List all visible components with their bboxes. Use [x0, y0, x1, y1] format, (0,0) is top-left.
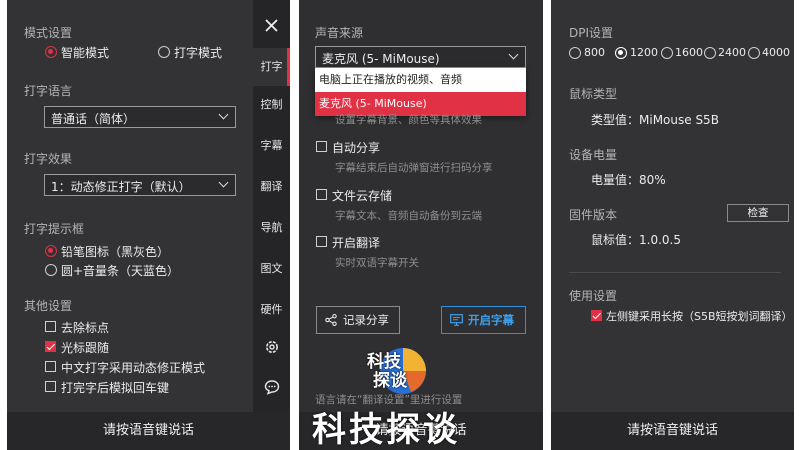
hint-box-title: 打字提示框: [24, 222, 85, 236]
cloud-save-checkbox[interactable]: [316, 189, 327, 200]
chinese-dynamic-checkbox[interactable]: [45, 361, 56, 372]
subtitle-style-hint: 设置字幕背景、颜色等具体效果: [335, 114, 482, 126]
side-navigation: 打字 控制 字幕 翻译 导航 图文 硬件: [253, 0, 290, 414]
effect-select-value: 1：动态修正打字（默认）: [51, 180, 191, 194]
cursor-follow-checkbox[interactable]: [45, 341, 56, 352]
chat-bubble-icon[interactable]: [264, 379, 280, 395]
dropdown-option[interactable]: 电脑上正在播放的视频、音频: [315, 68, 526, 92]
dpi-800-radio[interactable]: [569, 47, 581, 59]
mouse-type-value: 类型值：MiMouse S5B: [591, 113, 719, 127]
tab-translate[interactable]: 翻译: [253, 178, 290, 194]
watermark-logo-text: 科技 探谈: [367, 353, 407, 391]
circle-hint-radio[interactable]: [45, 264, 57, 276]
open-subtitle-label: 开启字幕: [468, 313, 514, 327]
battery-title: 设备电量: [569, 148, 618, 162]
enter-after-checkbox[interactable]: [45, 381, 56, 392]
firmware-value: 鼠标值：1.0.0.5: [591, 233, 681, 247]
circle-hint-label: 圆+音量条（天蓝色）: [61, 264, 180, 278]
tab-hardware[interactable]: 硬件: [253, 301, 290, 317]
firmware-title: 固件版本: [569, 208, 618, 222]
tab-typing[interactable]: 打字: [253, 48, 290, 86]
smart-mode-label: 智能模式: [61, 46, 110, 60]
watermark-logo-line: 探谈: [373, 371, 407, 391]
dpi-4000-radio[interactable]: [748, 47, 760, 59]
voice-hint-footer: 请按语音键说话: [551, 412, 794, 450]
effect-select[interactable]: 1：动态修正打字（默认）: [44, 174, 236, 196]
watermark-text: 科技探谈: [312, 410, 460, 450]
gear-icon[interactable]: [264, 339, 280, 355]
cursor-follow-label: 光标跟随: [61, 341, 110, 355]
record-share-label: 记录分享: [343, 313, 389, 327]
monitor-icon: [450, 314, 463, 326]
other-settings-title: 其他设置: [24, 299, 73, 313]
watermark-logo-line: 科技: [367, 352, 401, 372]
auto-share-checkbox[interactable]: [316, 141, 327, 152]
language-select[interactable]: 普通话（简体）: [44, 106, 236, 128]
language-title: 打字语言: [24, 84, 73, 98]
pencil-hint-label: 铅笔图标（黑灰色）: [61, 245, 170, 259]
mouse-type-title: 鼠标类型: [569, 87, 618, 101]
tab-navigation[interactable]: 导航: [253, 219, 290, 235]
chevron-down-icon: [218, 109, 229, 120]
typing-mode-label: 打字模式: [174, 46, 223, 60]
chinese-dynamic-label: 中文打字采用动态修正模式: [61, 361, 206, 375]
pencil-hint-radio[interactable]: [45, 245, 57, 257]
remove-punct-label: 去除标点: [61, 321, 110, 335]
share-icon: [325, 314, 337, 326]
close-icon[interactable]: [265, 19, 278, 32]
chevron-down-icon: [508, 49, 519, 60]
translate-label: 开启翻译: [332, 236, 381, 250]
enter-after-label: 打完字后模拟回车键: [61, 381, 170, 395]
dpi-2400-label: 2400: [718, 46, 746, 59]
dpi-800-label: 800: [584, 46, 605, 59]
dpi-1600-radio[interactable]: [661, 47, 673, 59]
left-key-long-press-label: 左侧键采用长按（S5B短按划词翻译）: [606, 310, 793, 323]
dpi-2400-radio[interactable]: [704, 47, 716, 59]
voice-hint-footer: 请按语音键说话: [7, 412, 290, 450]
remove-punct-checkbox[interactable]: [45, 321, 56, 332]
usage-title: 使用设置: [569, 289, 618, 303]
smart-mode-radio[interactable]: [45, 46, 57, 58]
cloud-save-label: 文件云存储: [332, 189, 393, 203]
typing-settings-panel: 模式设置 智能模式 打字模式 打字语言 普通话（简体） 打字效果 1：动态修正打…: [7, 0, 290, 450]
sound-source-title: 声音来源: [315, 26, 364, 40]
battery-value: 电量值：80%: [591, 173, 666, 187]
translate-checkbox[interactable]: [316, 236, 327, 247]
open-subtitle-button[interactable]: 开启字幕: [441, 306, 526, 334]
dpi-1200-label: 1200: [630, 46, 658, 59]
chevron-down-icon: [218, 177, 229, 188]
auto-share-label: 自动分享: [332, 141, 381, 155]
auto-share-desc: 字幕结束后自动弹窗进行扫码分享: [335, 162, 493, 174]
sound-source-value: 麦克风 (5- MiMouse): [322, 52, 440, 66]
dpi-4000-label: 4000: [762, 46, 790, 59]
language-select-value: 普通话（简体）: [51, 112, 136, 126]
cloud-save-desc: 字幕文本、音频自动备份到云端: [335, 210, 482, 222]
translate-desc: 实时双语字幕开关: [335, 257, 419, 269]
record-share-button[interactable]: 记录分享: [316, 306, 400, 334]
tab-image-text[interactable]: 图文: [253, 260, 290, 276]
sound-source-select[interactable]: 麦克风 (5- MiMouse): [315, 46, 526, 68]
check-firmware-button[interactable]: 检查: [727, 204, 789, 222]
mode-title: 模式设置: [24, 26, 73, 40]
divider: [569, 272, 781, 273]
left-key-long-press-checkbox[interactable]: [591, 310, 602, 321]
dpi-1200-radio[interactable]: [615, 47, 627, 59]
sound-source-dropdown: 电脑上正在播放的视频、音频 麦克风 (5- MiMouse): [315, 68, 526, 116]
tab-subtitle[interactable]: 字幕: [253, 137, 290, 153]
effect-title: 打字效果: [24, 152, 73, 166]
dpi-1600-label: 1600: [675, 46, 703, 59]
hardware-settings-panel: DPI设置 800 1200 1600 2400 4000 鼠标类型 类型值：M…: [551, 0, 794, 450]
tab-control[interactable]: 控制: [253, 96, 290, 112]
typing-mode-radio[interactable]: [158, 46, 170, 58]
dpi-title: DPI设置: [569, 26, 614, 40]
